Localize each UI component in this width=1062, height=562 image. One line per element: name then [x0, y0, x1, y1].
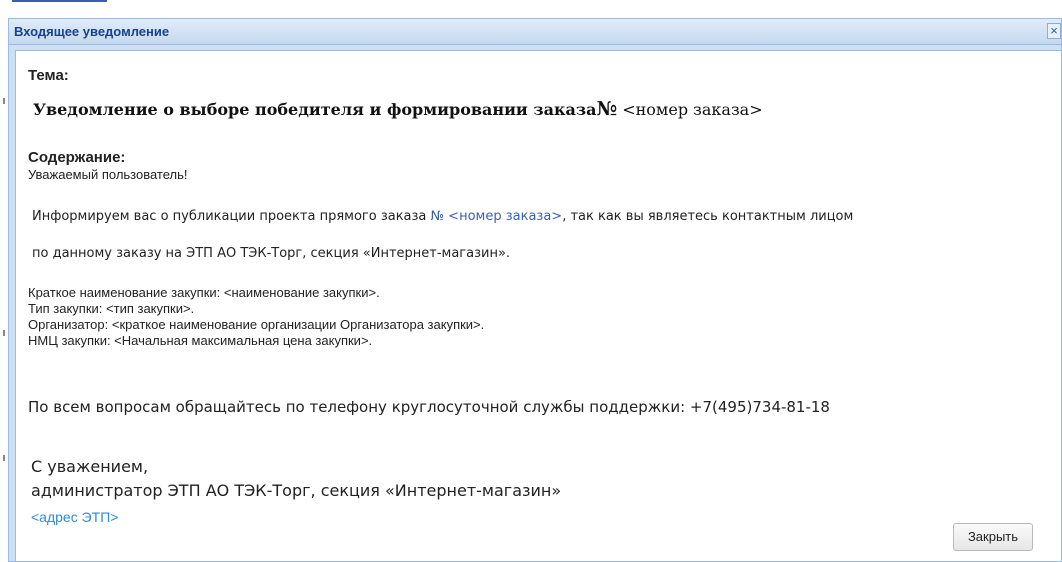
close-icon[interactable]: ×: [1047, 23, 1061, 39]
dialog-title: Входящее уведомление: [14, 24, 170, 39]
subject-number-sign: №: [596, 98, 618, 120]
regards-text: С уважением,: [31, 457, 149, 476]
subject-label: Тема:: [28, 67, 69, 84]
subject-placeholder: <номер заказа>: [617, 100, 763, 119]
signature-text: администратор ЭТП АО ТЭК-Торг, секция «И…: [31, 481, 562, 500]
detail-type: Тип закупки: <тип закупки>.: [28, 301, 195, 316]
close-button[interactable]: Закрыть: [953, 523, 1033, 551]
subject-main: Уведомление о выборе победителя и формир…: [33, 100, 597, 119]
subject-text: Уведомление о выборе победителя и формир…: [33, 98, 763, 120]
left-edge-mark: [3, 330, 5, 336]
detail-name: Краткое наименование закупки: <наименова…: [28, 285, 380, 300]
etp-address-link[interactable]: <адрес ЭТП>: [31, 509, 118, 525]
detail-organizer: Организатор: <краткое наименование орган…: [28, 317, 485, 332]
paragraph-text: , так как вы являетесь контактным лицом: [562, 209, 854, 224]
support-text: По всем вопросам обращайтесь по телефону…: [28, 398, 830, 416]
notification-dialog: Входящее уведомление × Тема: Уведомление…: [8, 18, 1062, 562]
top-link-underline: [12, 0, 107, 2]
greeting-text: Уважаемый пользователь!: [28, 167, 188, 182]
paragraph-line-2: по данному заказу на ЭТП АО ТЭК-Торг, се…: [32, 246, 511, 261]
dialog-body: Тема: Уведомление о выборе победителя и …: [15, 50, 1061, 561]
left-edge-mark: [3, 455, 5, 461]
left-edge-mark: [3, 98, 5, 104]
order-number-link[interactable]: № <номер заказа>: [431, 209, 563, 224]
content-label: Содержание:: [28, 149, 126, 166]
dialog-titlebar[interactable]: Входящее уведомление ×: [9, 19, 1061, 45]
detail-price: НМЦ закупки: <Начальная максимальная цен…: [28, 333, 373, 348]
paragraph-text: Информируем вас о публикации проекта пря…: [32, 209, 431, 224]
paragraph-line-1: Информируем вас о публикации проекта пря…: [32, 209, 853, 224]
